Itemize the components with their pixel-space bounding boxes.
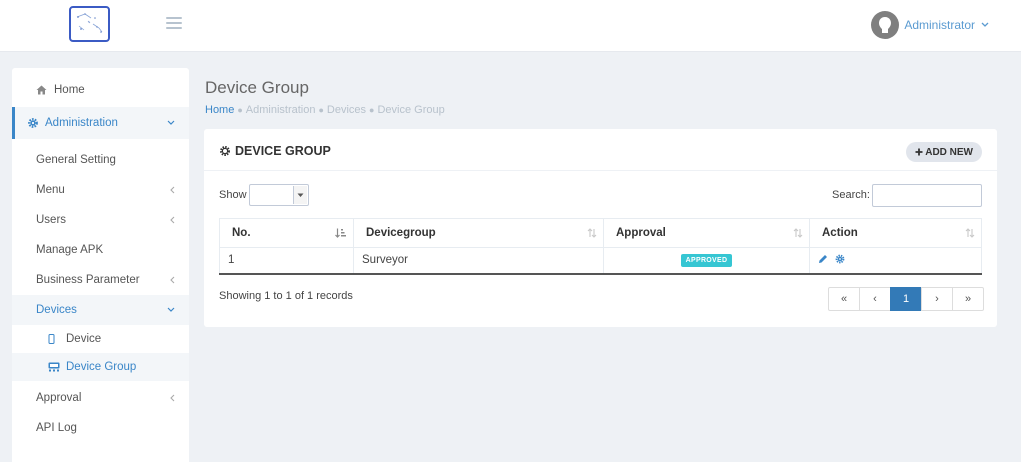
table-header-row: No. Devicegroup Approval Action [219,218,982,248]
sidebar-item-approval[interactable]: Approval [12,383,189,413]
cell-no: 1 [219,247,354,275]
panel-title: DEVICE GROUP [219,144,331,158]
breadcrumb-current: Device Group [377,104,445,116]
pagination: « ‹ 1 › » [828,287,984,311]
device-group-table: No. Devicegroup Approval Action 1 Survey… [219,218,982,275]
sidebar-item-business-parameter[interactable]: Business Parameter [12,265,189,295]
column-header-no[interactable]: No. [219,218,354,248]
breadcrumb-home[interactable]: Home [205,104,234,116]
top-bar: Administrator [0,0,1021,52]
sidebar-item-administration[interactable]: Administration [12,107,189,139]
sort-desc-icon [335,228,346,238]
sidebar-item-users[interactable]: Users [12,205,189,235]
chevron-down-icon [293,186,307,204]
column-header-action[interactable]: Action [809,218,982,248]
sidebar-item-label: Device Group [66,361,137,373]
breadcrumb: Home ● Administration ● Devices ● Device Group [205,104,445,116]
sort-icon [793,228,803,238]
edit-pencil-icon[interactable] [818,254,828,264]
settings-gear-icon[interactable] [835,254,845,264]
column-header-approval[interactable]: Approval [603,218,810,248]
show-label: Show [219,189,247,201]
pagination-last[interactable]: » [952,287,984,311]
app-logo[interactable] [69,6,110,42]
page-title: Device Group [205,78,309,97]
device-group-panel: DEVICE GROUP ADD NEW Show Search: No. De… [204,129,997,327]
sidebar-item-device[interactable]: Device [12,325,189,353]
sidebar-item-device-group[interactable]: Device Group [12,353,189,381]
gear-icon [220,146,230,156]
sidebar-item-label: Approval [36,392,82,404]
sidebar-item-label: Device [66,333,102,345]
sidebar-item-menu[interactable]: Menu [12,175,189,205]
gear-icon [27,117,41,129]
avatar [871,11,900,39]
pagination-page[interactable]: 1 [890,287,922,311]
home-icon [36,85,50,95]
sidebar-item-label: Business Parameter [36,274,140,286]
sidebar-item-label: Manage APK [36,244,104,256]
breadcrumb-administration[interactable]: Administration [246,104,316,116]
sort-icon [965,228,975,238]
sidebar-item-api-log[interactable]: API Log [12,413,189,443]
search-label: Search: [832,189,870,201]
sidebar-item-general-setting[interactable]: General Setting [12,145,189,175]
sidebar-item-label: General Setting [36,154,116,166]
user-name: Administrator [904,18,975,32]
chevron-left-icon [170,216,175,224]
chevron-left-icon [170,186,175,194]
status-badge: APPROVED [680,254,733,268]
sidebar-item-home[interactable]: Home [12,75,189,105]
breadcrumb-devices[interactable]: Devices [327,104,366,116]
sidebar-item-manage-apk[interactable]: Manage APK [12,235,189,265]
pagination-next[interactable]: › [921,287,953,311]
device-group-icon [48,362,62,372]
mobile-icon [48,334,62,344]
chevron-down-icon [167,307,175,312]
page-length-select[interactable] [249,184,309,206]
cell-approval: APPROVED [603,247,810,275]
sidebar-item-label: Home [54,84,85,96]
cell-devicegroup: Surveyor [353,247,604,275]
sidebar-item-devices[interactable]: Devices [12,295,189,325]
menu-toggle-icon[interactable] [166,17,182,31]
sidebar-item-label: Devices [36,304,77,316]
plus-icon [915,148,923,156]
pagination-first[interactable]: « [828,287,860,311]
table-row: 1 Surveyor APPROVED [219,247,982,275]
panel-header: DEVICE GROUP ADD NEW [204,129,997,171]
chevron-down-icon [167,120,175,125]
sidebar-item-label: API Log [36,422,77,434]
user-menu[interactable]: Administrator [871,11,989,39]
chevron-left-icon [170,394,175,402]
chevron-down-icon [981,22,989,27]
sidebar-item-label: Menu [36,184,65,196]
search-input[interactable] [872,184,982,207]
sort-icon [587,228,597,238]
sidebar-item-label: Administration [45,117,118,129]
add-new-button[interactable]: ADD NEW [906,142,982,162]
column-header-devicegroup[interactable]: Devicegroup [353,218,604,248]
cell-action [809,247,982,275]
pagination-previous[interactable]: ‹ [859,287,891,311]
sidebar-item-label: Users [36,214,67,226]
sidebar: Home Administration General Setting Menu… [12,68,189,462]
records-info: Showing 1 to 1 of 1 records [219,290,353,302]
chevron-left-icon [170,276,175,284]
